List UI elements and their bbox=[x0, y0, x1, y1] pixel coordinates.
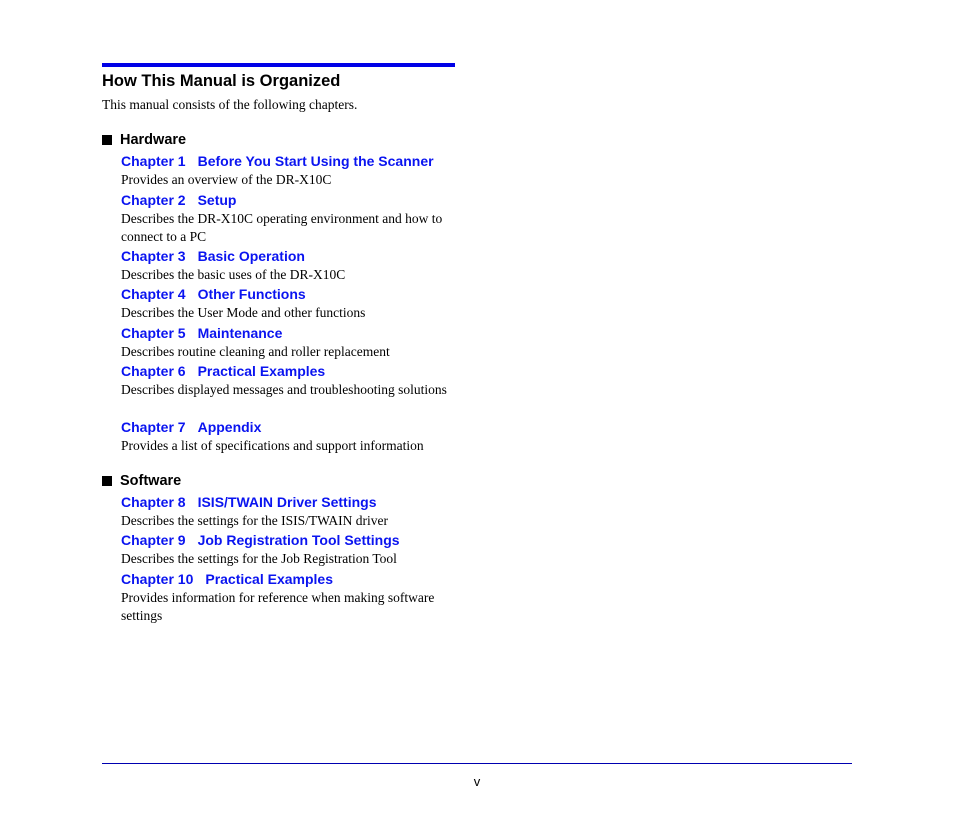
chapter-description: Describes routine cleaning and roller re… bbox=[121, 344, 390, 359]
chapter-link[interactable]: Chapter 5 Maintenance bbox=[121, 325, 461, 342]
chapter-link[interactable]: Chapter 7 Appendix bbox=[121, 419, 461, 436]
intro-text: This manual consists of the following ch… bbox=[102, 97, 358, 112]
chapter-title: Job Registration Tool Settings bbox=[197, 532, 400, 548]
square-bullet-icon bbox=[102, 476, 112, 486]
footer-rule bbox=[102, 763, 852, 764]
chapter-number: Chapter 7 bbox=[121, 419, 186, 435]
chapter-link[interactable]: Chapter 6 Practical Examples bbox=[121, 363, 461, 380]
chapter-number: Chapter 5 bbox=[121, 325, 186, 341]
chapter-number: Chapter 10 bbox=[121, 571, 194, 587]
chapter-description: Describes the DR-X10C operating environm… bbox=[121, 211, 443, 244]
chapter-entry: Chapter 8 ISIS/TWAIN Driver Settings Desc… bbox=[121, 494, 461, 530]
chapter-title: Before You Start Using the Scanner bbox=[197, 153, 434, 169]
chapter-number: Chapter 8 bbox=[121, 494, 186, 510]
chapter-link[interactable]: Chapter 3 Basic Operation bbox=[121, 248, 461, 265]
chapter-link[interactable]: Chapter 1 Before You Start Using the Scan… bbox=[121, 153, 461, 170]
chapter-link[interactable]: Chapter 10 Practical Examples bbox=[121, 571, 461, 588]
chapter-title: Practical Examples bbox=[205, 571, 333, 587]
chapter-number: Chapter 1 bbox=[121, 153, 186, 169]
chapter-number: Chapter 6 bbox=[121, 363, 186, 379]
chapter-title: Other Functions bbox=[197, 286, 306, 302]
chapter-entry: Chapter 9 Job Registration Tool Settings … bbox=[121, 532, 461, 568]
chapter-description: Describes the User Mode and other functi… bbox=[121, 305, 366, 320]
chapter-link[interactable]: Chapter 9 Job Registration Tool Settings bbox=[121, 532, 461, 549]
chapter-description: Provides information for reference when … bbox=[121, 590, 435, 623]
chapter-entry: Chapter 7 Appendix Provides a list of spe… bbox=[121, 419, 461, 455]
chapter-entry: Chapter 6 Practical Examples Describes di… bbox=[121, 363, 461, 399]
chapter-link[interactable]: Chapter 4 Other Functions bbox=[121, 286, 461, 303]
chapter-entry: Chapter 1 Before You Start Using the Scan… bbox=[121, 153, 461, 189]
title-rule bbox=[102, 63, 455, 67]
section-heading-label: Software bbox=[120, 473, 182, 489]
chapter-description: Describes the settings for the ISIS/TWAI… bbox=[121, 513, 388, 528]
chapter-title: Basic Operation bbox=[197, 248, 305, 264]
chapter-title: Setup bbox=[197, 192, 237, 208]
chapter-entry: Chapter 5 Maintenance Describes routine c… bbox=[121, 325, 461, 361]
page-number: v bbox=[473, 774, 481, 789]
chapter-description: Provides an overview of the DR-X10C bbox=[121, 172, 332, 187]
chapter-entry: Chapter 4 Other Functions Describes the U… bbox=[121, 286, 461, 322]
chapter-number: Chapter 9 bbox=[121, 532, 186, 548]
chapter-title: ISIS/TWAIN Driver Settings bbox=[197, 494, 377, 510]
chapter-title: Practical Examples bbox=[197, 363, 326, 379]
chapter-entry: Chapter 10 Practical Examples Provides in… bbox=[121, 571, 461, 625]
section-heading-label: Hardware bbox=[120, 132, 187, 148]
chapter-number: Chapter 2 bbox=[121, 192, 186, 208]
chapter-link[interactable]: Chapter 8 ISIS/TWAIN Driver Settings bbox=[121, 494, 461, 511]
chapter-description: Describes the basic uses of the DR-X10C bbox=[121, 267, 346, 282]
chapter-description: Describes displayed messages and trouble… bbox=[121, 382, 447, 397]
page-title: How This Manual is Organized bbox=[102, 72, 341, 90]
section-heading-hardware: Hardware bbox=[102, 131, 186, 149]
chapter-number: Chapter 4 bbox=[121, 286, 186, 302]
chapter-description: Provides a list of specifications and su… bbox=[121, 438, 424, 453]
chapter-link[interactable]: Chapter 2 Setup bbox=[121, 192, 461, 209]
chapter-title: Maintenance bbox=[197, 325, 283, 341]
square-bullet-icon bbox=[102, 135, 112, 145]
chapter-entry: Chapter 2 Setup Describes the DR-X10C ope… bbox=[121, 192, 461, 246]
section-heading-software: Software bbox=[102, 472, 181, 490]
chapter-title: Appendix bbox=[197, 419, 262, 435]
chapter-description: Describes the settings for the Job Regis… bbox=[121, 551, 397, 566]
chapter-number: Chapter 3 bbox=[121, 248, 186, 264]
chapter-entry: Chapter 3 Basic Operation Describes the b… bbox=[121, 248, 461, 284]
